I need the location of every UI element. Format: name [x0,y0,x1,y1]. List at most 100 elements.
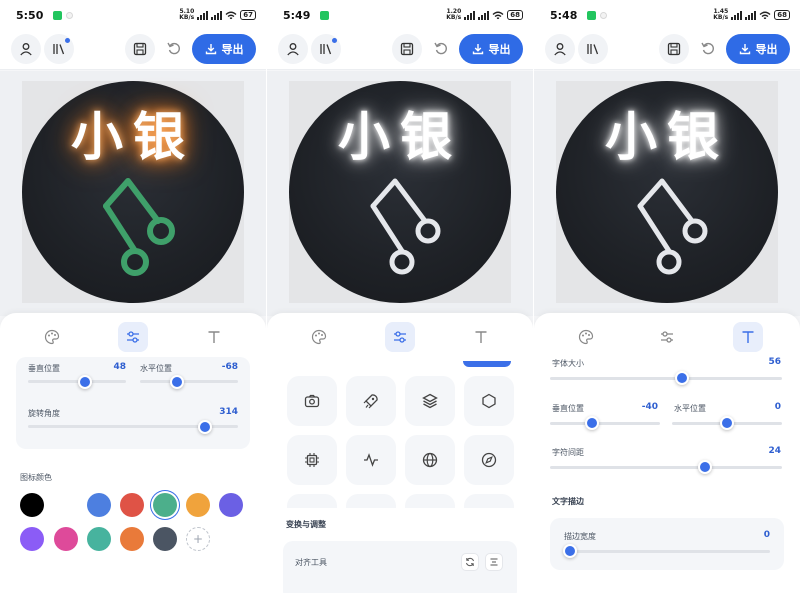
icon-option-hexagon[interactable] [464,376,514,426]
library-button[interactable] [578,34,608,64]
vertical-slider-track[interactable] [28,380,126,383]
battery-icon: 68 [774,10,790,20]
sliders-icon [661,331,673,343]
notification-icons [587,11,607,20]
tab-adjust[interactable] [652,322,682,352]
settings-sheet: 变换与调整 对齐工具 [267,361,533,593]
tab-text[interactable] [733,322,763,352]
library-button[interactable] [44,34,74,64]
font-size-slider-track[interactable] [550,377,782,380]
tab-adjust[interactable] [118,322,148,352]
color-swatch-purple[interactable] [20,527,44,551]
horizontal-slider-track[interactable] [140,380,238,383]
profile-button[interactable] [545,34,575,64]
signal-icon-2 [745,10,757,20]
tab-text[interactable] [466,322,496,352]
profile-button[interactable] [278,34,308,64]
color-swatch-pink[interactable] [54,527,78,551]
tab-color[interactable] [304,322,334,352]
save-button[interactable] [125,34,155,64]
export-button[interactable]: 导出 [726,34,790,64]
export-button[interactable]: 导出 [459,34,523,64]
icon-option-chip[interactable] [287,435,337,485]
letter-spacing-slider-track[interactable] [550,466,782,469]
text-horizontal-slider-knob[interactable] [720,416,734,430]
text-vertical-slider-knob[interactable] [585,416,599,430]
add-color-button[interactable]: + [186,527,210,551]
rotation-slider-knob[interactable] [198,420,212,434]
sliders-icon [127,331,139,343]
color-swatch-indigo[interactable] [219,493,243,517]
color-swatch-teal[interactable] [87,527,111,551]
icon-option-partial[interactable] [346,494,396,508]
reset-icon[interactable] [166,40,182,56]
reset-icon[interactable] [433,40,449,56]
stroke-card: 描边宽度 0 [550,518,784,570]
color-swatch-amber[interactable] [120,527,144,551]
stroke-width-slider-track[interactable] [564,550,770,553]
horizontal-slider-knob[interactable] [170,375,184,389]
icon-option-layers[interactable] [405,376,455,426]
network-speed: 1.45 KB/s [713,9,728,21]
export-label: 导出 [488,43,511,56]
reset-icon[interactable] [700,40,716,56]
slider-value: 24 [768,446,781,456]
icon-option-activity[interactable] [346,435,396,485]
color-swatch-slate[interactable] [153,527,177,551]
save-button[interactable] [392,34,422,64]
rocket-icon [363,394,378,409]
export-button[interactable]: 导出 [192,34,256,64]
export-label: 导出 [221,43,244,56]
font-size-slider-knob[interactable] [675,371,689,385]
status-right: 1.45 KB/s 68 [713,9,790,21]
color-swatch-orange[interactable] [186,493,210,517]
speed-unit: KB/s [179,14,195,21]
screen-text-settings: 5:48 1.45 KB/s 68 导出 小银 字体大小 56 垂直位置 -40… [534,0,800,593]
wechat-icon [53,11,62,20]
align-button[interactable] [485,553,503,571]
icon-option-rocket[interactable] [346,376,396,426]
top-toolbar: 导出 [534,32,800,70]
color-swatch-blue[interactable] [87,493,111,517]
palette-icon [311,329,327,345]
refresh-button[interactable] [461,553,479,571]
icon-option-camera[interactable] [287,376,337,426]
tab-color[interactable] [37,322,67,352]
icon-option-partial[interactable] [405,494,455,508]
tab-text[interactable] [199,322,229,352]
settings-sheet: 垂直位置 48 水平位置 -68 旋转角度 314 图标颜色 + [0,357,266,593]
slider-label: 旋转角度 [28,409,60,418]
library-icon [53,44,65,55]
icon-option-compass[interactable] [464,435,514,485]
position-card: 垂直位置 48 水平位置 -68 旋转角度 314 [16,357,250,449]
vertical-slider-knob[interactable] [78,375,92,389]
color-swatch-black[interactable] [20,493,44,517]
stroke-width-label: 描边宽度 [564,532,596,541]
slider-value: 48 [113,362,126,372]
text-vertical-slider-track[interactable] [550,422,660,425]
color-swatch-red[interactable] [120,493,144,517]
letter-spacing-slider-knob[interactable] [698,460,712,474]
tab-adjust[interactable] [385,322,415,352]
color-swatch-white[interactable] [54,493,78,517]
icon-option-partial[interactable] [464,494,514,508]
battery-icon: 67 [240,10,256,20]
icon-preview: 小银 [556,81,778,303]
color-swatch-green[interactable] [153,493,177,517]
slider-label: 垂直位置 [28,364,60,373]
save-icon [667,42,681,56]
profile-button[interactable] [11,34,41,64]
status-bar: 5:48 1.45 KB/s 68 [534,0,800,32]
icon-option-globe[interactable] [405,435,455,485]
tab-color[interactable] [571,322,601,352]
icon-option-partial[interactable] [287,494,337,508]
signal-icon-2 [478,10,490,20]
stroke-width-slider-knob[interactable] [563,544,577,558]
slider-label: 水平位置 [674,404,706,413]
dot-icon [66,12,73,19]
download-icon [472,44,483,55]
speed-unit: KB/s [713,14,729,21]
save-button[interactable] [659,34,689,64]
library-button[interactable] [311,34,341,64]
text-icon [475,331,487,343]
